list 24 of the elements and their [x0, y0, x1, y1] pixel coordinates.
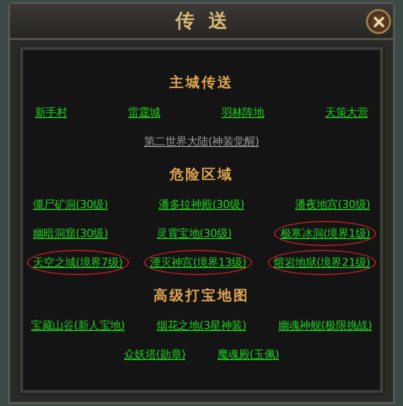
teleport-link[interactable]: 新手村: [29, 100, 74, 125]
teleport-link[interactable]: 极寒冰洞(境界1级): [274, 221, 376, 246]
section-heading: 危险区域: [168, 166, 234, 184]
teleport-link[interactable]: 幽暗洞窟(30级): [27, 221, 114, 246]
teleport-link[interactable]: 宝藏山谷(新人宝地): [25, 313, 131, 338]
teleport-link[interactable]: 潘夜地宫(30级): [289, 192, 376, 217]
teleport-link[interactable]: 潘多拉神殿(30级): [152, 192, 250, 217]
teleport-link[interactable]: 湮灭神宫(境界13级): [144, 250, 252, 275]
teleport-link[interactable]: 魔魂殿(玉佩): [212, 342, 285, 367]
window-title: 传送: [174, 9, 242, 34]
teleport-link[interactable]: 灵霄宝地(30级): [150, 221, 238, 246]
section-heading: 主城传送: [168, 74, 234, 92]
teleport-link[interactable]: 熔岩地狱(境界21级): [268, 250, 376, 275]
teleport-link[interactable]: 雷霆城: [122, 100, 166, 125]
close-icon: [372, 16, 384, 28]
close-button[interactable]: [366, 9, 391, 34]
teleport-link[interactable]: 僵尸矿洞(30级): [27, 192, 114, 217]
teleport-link[interactable]: 众妖塔(勋章): [118, 342, 192, 367]
section-heading: 高级打宝地图: [152, 287, 250, 305]
teleport-link[interactable]: 羽林阵地: [215, 100, 270, 125]
teleport-link[interactable]: 幽魂神舰(极限挑战): [272, 313, 378, 338]
teleport-link[interactable]: 天空之城(境界7级): [27, 250, 129, 275]
teleport-link[interactable]: 天策大营: [319, 100, 374, 125]
teleport-link[interactable]: 烟花之地(3星神装): [150, 313, 252, 338]
